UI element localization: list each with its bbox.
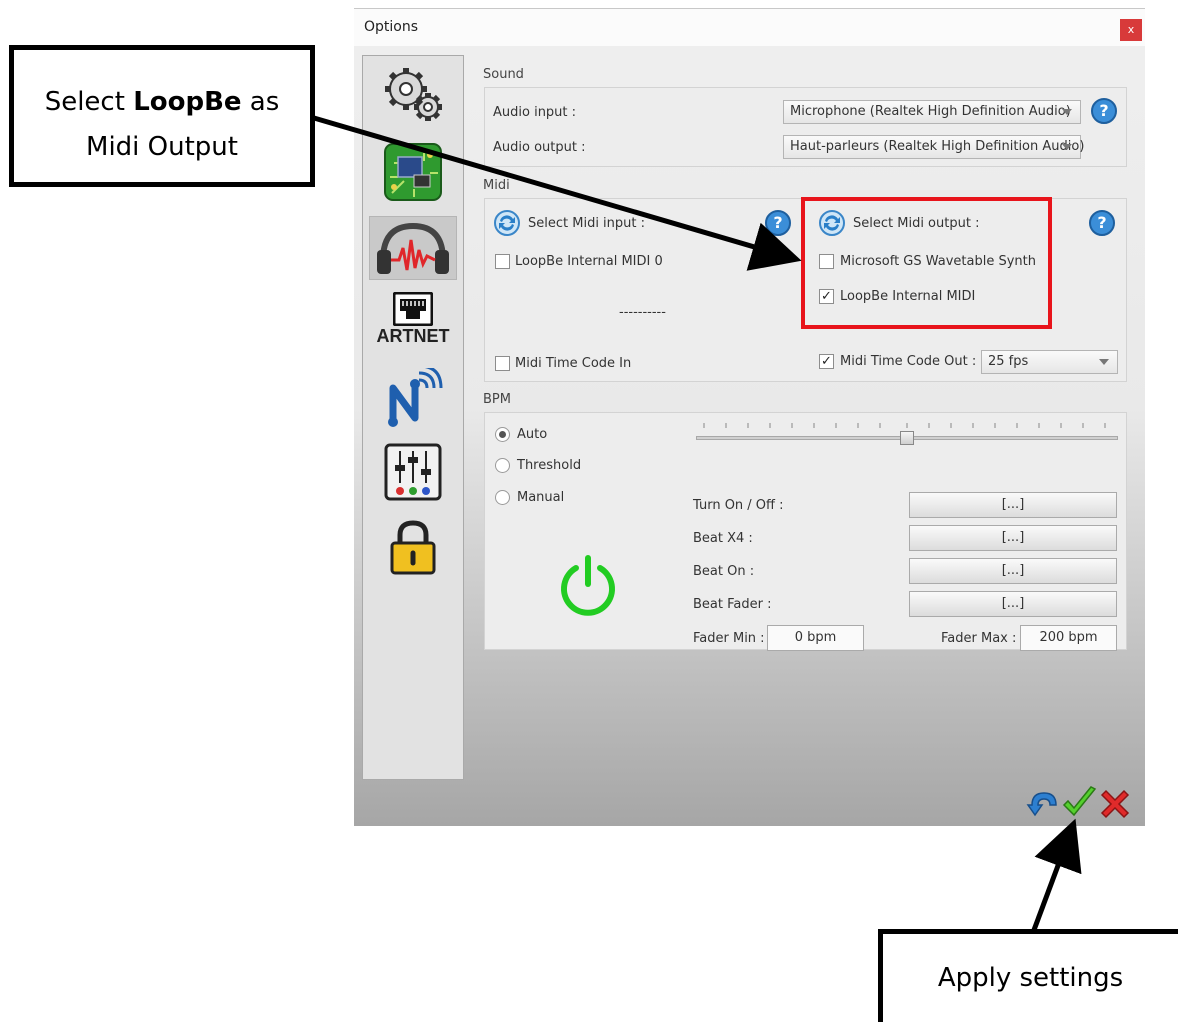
callout-select-line2: Midi Output [86, 132, 238, 162]
callout-select-loopbe: Select LoopBe as Midi Output [9, 45, 315, 187]
callout-select-suffix: as [241, 87, 280, 117]
arrow-to-apply [1031, 818, 1082, 931]
arrow-to-midi-output [313, 115, 802, 271]
callout-apply-settings: Apply settings [878, 929, 1178, 1022]
callout-select-prefix: Select [44, 87, 134, 117]
callout-select-bold: LoopBe [133, 87, 242, 117]
